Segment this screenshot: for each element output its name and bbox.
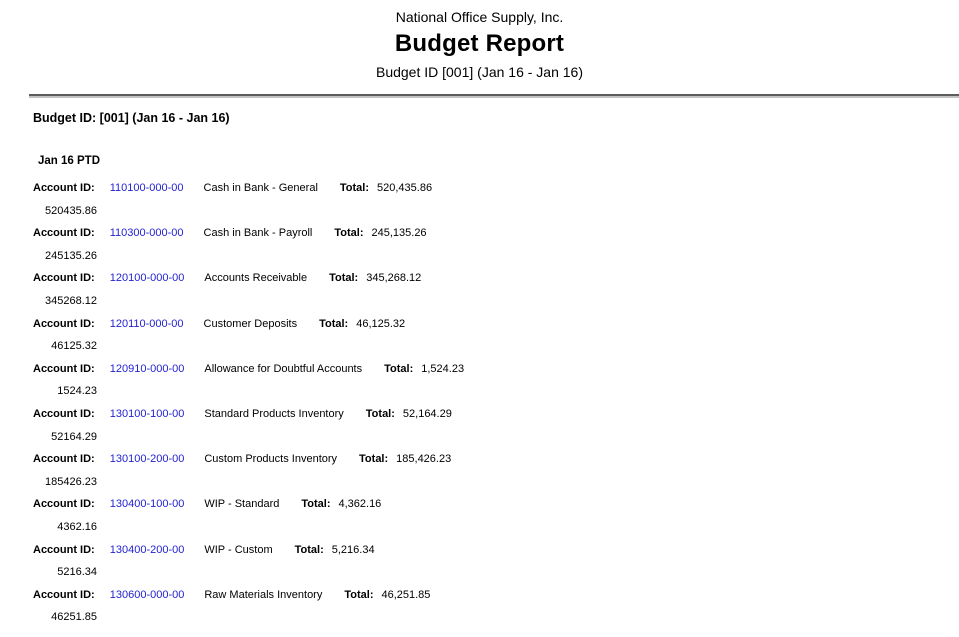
ptd-value-row: 46125.32 xyxy=(0,335,97,358)
account-id-link[interactable]: 130400-100-00 xyxy=(110,498,185,510)
period-label: Jan 16 PTD xyxy=(38,154,959,168)
ptd-value: 46125.32 xyxy=(51,340,97,352)
account-id-link[interactable]: 130600-000-00 xyxy=(110,589,185,601)
report-title: Budget Report xyxy=(0,28,959,60)
ptd-value: 4362.16 xyxy=(57,521,97,533)
total-value: 4,362.16 xyxy=(338,498,381,510)
ptd-value-row: 245135.26 xyxy=(0,245,97,268)
account-row: Account ID: 110300-000-00 Cash in Bank - P… xyxy=(0,222,959,245)
account-id-label: Account ID: xyxy=(33,408,95,420)
account-id-label: Account ID: xyxy=(33,589,95,601)
account-list: Account ID: 110100-000-00 Cash in Bank - G… xyxy=(0,177,959,629)
account-id-label: Account ID: xyxy=(33,363,95,375)
report-subtitle: Budget ID [001] (Jan 16 - Jan 16) xyxy=(0,63,959,81)
account-name: Custom Products Inventory xyxy=(204,453,337,465)
total-label: Total: xyxy=(366,408,395,420)
total-value: 185,426.23 xyxy=(396,453,451,465)
account-id-label: Account ID: xyxy=(33,453,95,465)
account-id-label: Account ID: xyxy=(33,498,95,510)
account-row: Account ID: 130400-100-00 WIP - Standard To… xyxy=(0,493,959,516)
account-id-link[interactable]: 120110-000-00 xyxy=(110,318,184,330)
ptd-value-row: 4362.16 xyxy=(0,516,97,539)
account-id-label: Account ID: xyxy=(33,544,95,556)
total-label: Total: xyxy=(344,589,373,601)
ptd-value: 5216.34 xyxy=(57,566,97,578)
report-header: National Office Supply, Inc. Budget Repo… xyxy=(0,8,959,81)
ptd-value-row: 46251.85 xyxy=(0,606,97,629)
account-name: Standard Products Inventory xyxy=(204,408,343,420)
total-label: Total: xyxy=(334,227,363,239)
ptd-value: 185426.23 xyxy=(45,476,97,488)
ptd-value-row: 1524.23 xyxy=(0,380,97,403)
total-label: Total: xyxy=(359,453,388,465)
ptd-value-row: 185426.23 xyxy=(0,471,97,494)
ptd-value-row: 345268.12 xyxy=(0,290,97,313)
account-id-label: Account ID: xyxy=(33,227,95,239)
budget-report-page: National Office Supply, Inc. Budget Repo… xyxy=(0,8,959,629)
total-label: Total: xyxy=(301,498,330,510)
total-value: 520,435.86 xyxy=(377,182,432,194)
account-id-link[interactable]: 130400-200-00 xyxy=(110,544,185,556)
total-value: 1,524.23 xyxy=(421,363,464,375)
total-label: Total: xyxy=(340,182,369,194)
account-row: Account ID: 130600-000-00 Raw Materials In… xyxy=(0,584,959,607)
account-id-label: Account ID: xyxy=(33,272,95,284)
account-row: Account ID: 130400-200-00 WIP - Custom Tota… xyxy=(0,539,959,562)
account-name: Allowance for Doubtful Accounts xyxy=(204,363,362,375)
account-name: Cash in Bank - Payroll xyxy=(204,227,313,239)
ptd-value-row: 52164.29 xyxy=(0,426,97,449)
account-row: Account ID: 130100-100-00 Standard Product… xyxy=(0,403,959,426)
account-name: Raw Materials Inventory xyxy=(204,589,322,601)
account-row: Account ID: 120910-000-00 Allowance for Do… xyxy=(0,358,959,381)
total-value: 345,268.12 xyxy=(366,272,421,284)
header-divider xyxy=(29,94,959,98)
total-label: Total: xyxy=(384,363,413,375)
total-value: 245,135.26 xyxy=(372,227,427,239)
ptd-value: 245135.26 xyxy=(45,250,97,262)
ptd-value: 520435.86 xyxy=(45,205,97,217)
total-value: 5,216.34 xyxy=(332,544,375,556)
account-id-label: Account ID: xyxy=(33,182,95,194)
total-value: 46,251.85 xyxy=(381,589,430,601)
total-value: 46,125.32 xyxy=(356,318,405,330)
company-name: National Office Supply, Inc. xyxy=(0,8,959,26)
ptd-value: 46251.85 xyxy=(51,611,97,623)
account-id-link[interactable]: 120910-000-00 xyxy=(110,363,185,375)
account-name: Customer Deposits xyxy=(204,318,298,330)
account-row: Account ID: 120110-000-00 Customer Deposit… xyxy=(0,313,959,336)
account-name: WIP - Standard xyxy=(204,498,279,510)
ptd-value: 52164.29 xyxy=(51,431,97,443)
account-row: Account ID: 120100-000-00 Accounts Receiva… xyxy=(0,267,959,290)
total-label: Total: xyxy=(295,544,324,556)
account-name: Accounts Receivable xyxy=(204,272,307,284)
account-id-link[interactable]: 130100-100-00 xyxy=(110,408,185,420)
account-id-label: Account ID: xyxy=(33,318,95,330)
account-name: WIP - Custom xyxy=(204,544,272,556)
section-heading: Budget ID: [001] (Jan 16 - Jan 16) xyxy=(33,110,959,126)
account-row: Account ID: 130100-200-00 Custom Products … xyxy=(0,448,959,471)
ptd-value-row: 5216.34 xyxy=(0,561,97,584)
account-id-link[interactable]: 110100-000-00 xyxy=(110,182,184,194)
account-id-link[interactable]: 110300-000-00 xyxy=(110,227,184,239)
ptd-value: 1524.23 xyxy=(57,385,97,397)
total-label: Total: xyxy=(319,318,348,330)
account-row: Account ID: 110100-000-00 Cash in Bank - G… xyxy=(0,177,959,200)
account-name: Cash in Bank - General xyxy=(204,182,318,194)
total-label: Total: xyxy=(329,272,358,284)
ptd-value: 345268.12 xyxy=(45,295,97,307)
account-id-link[interactable]: 120100-000-00 xyxy=(110,272,185,284)
ptd-value-row: 520435.86 xyxy=(0,200,97,223)
total-value: 52,164.29 xyxy=(403,408,452,420)
account-id-link[interactable]: 130100-200-00 xyxy=(110,453,185,465)
